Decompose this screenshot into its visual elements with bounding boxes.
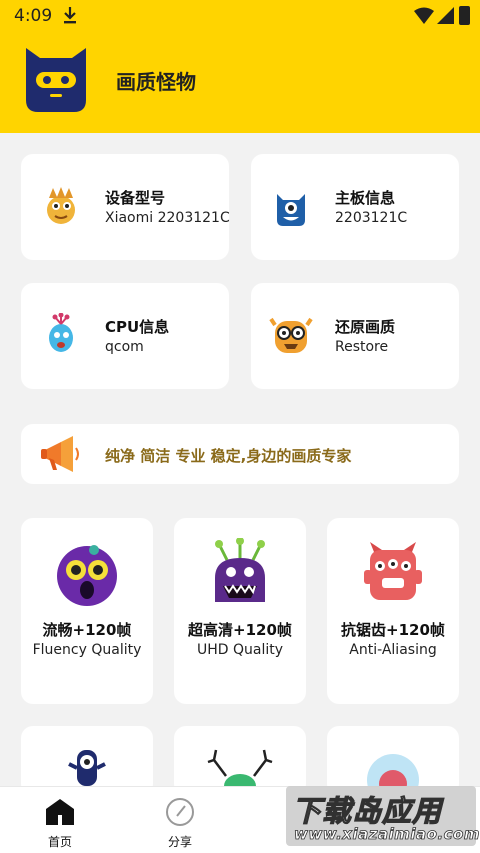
watermark: 下载岛应用 www.xiazaimiao.com: [286, 786, 480, 846]
cpu-info-card[interactable]: CPU信息 qcom: [21, 283, 229, 389]
app-header: 画质怪物: [0, 32, 480, 133]
red-three-eye-monster-icon: [364, 542, 422, 600]
cpu-info-label: CPU信息: [105, 318, 170, 336]
purple-eye-monster-icon: [57, 545, 117, 606]
slogan-banner: 纯净 简洁 专业 稳定,身边的画质专家: [21, 424, 459, 484]
fluency-mode-subtitle: Fluency Quality: [32, 642, 142, 658]
bubble-monster-icon: [367, 754, 419, 790]
anti-aliasing-mode-subtitle: Anti-Aliasing: [349, 642, 437, 658]
signal-icon: [437, 7, 454, 24]
anti-aliasing-mode-title: 抗锯齿+120帧: [341, 621, 445, 639]
board-info-label: 主板信息: [335, 189, 396, 207]
uhd-mode-card[interactable]: 超高清+120帧 UHD Quality: [174, 518, 306, 704]
one-eye-monster-icon: [68, 750, 106, 786]
tab-home[interactable]: 首页: [0, 787, 120, 853]
status-time: 4:09: [14, 6, 53, 26]
device-model-card[interactable]: 设备型号 Xiaomi 2203121C: [21, 154, 230, 260]
fluency-mode-card[interactable]: 流畅+120帧 Fluency Quality: [21, 518, 153, 704]
cpu-info-value: qcom: [105, 339, 144, 355]
restore-quality-card[interactable]: 还原画质 Restore: [251, 283, 459, 389]
share-compass-icon: [166, 798, 194, 826]
tab-home-label: 首页: [47, 835, 72, 849]
home-icon: [46, 799, 74, 825]
restore-quality-value: Restore: [335, 339, 389, 355]
antler-monster-icon: [207, 749, 273, 790]
fluency-mode-title: 流畅+120帧: [42, 621, 132, 639]
board-info-value: 2203121C: [335, 210, 408, 226]
uhd-mode-subtitle: UHD Quality: [196, 642, 284, 658]
yellow-chick-monster-icon: [47, 187, 75, 224]
megaphone-icon: [41, 436, 79, 472]
download-icon: [64, 7, 76, 24]
watermark-url: www.xiazaimiao.com: [294, 825, 480, 844]
page-title: 画质怪物: [116, 70, 196, 94]
board-info-card[interactable]: 主板信息 2203121C: [251, 154, 459, 260]
tab-share[interactable]: 分享: [120, 787, 240, 853]
restore-quality-label: 还原画质: [335, 318, 396, 336]
uhd-mode-title: 超高清+120帧: [188, 621, 292, 639]
glasses-monster-icon: [269, 317, 313, 353]
status-bar: 4:09: [0, 0, 480, 32]
anti-aliasing-mode-card[interactable]: 抗锯齿+120帧 Anti-Aliasing: [327, 518, 459, 704]
tab-share-label: 分享: [167, 835, 192, 849]
antenna-monster-icon: [215, 538, 265, 602]
wifi-icon: [414, 7, 434, 24]
blue-monster-icon: [277, 194, 305, 226]
watermark-title: 下载岛应用: [291, 793, 443, 828]
balloon-monster-icon: [49, 313, 73, 352]
app-logo-icon: [26, 48, 86, 112]
slogan-text: 纯净 简洁 专业 稳定,身边的画质专家: [105, 447, 352, 465]
device-model-value: Xiaomi 2203121C: [105, 210, 230, 226]
device-model-label: 设备型号: [105, 189, 166, 207]
battery-icon: [459, 6, 470, 25]
